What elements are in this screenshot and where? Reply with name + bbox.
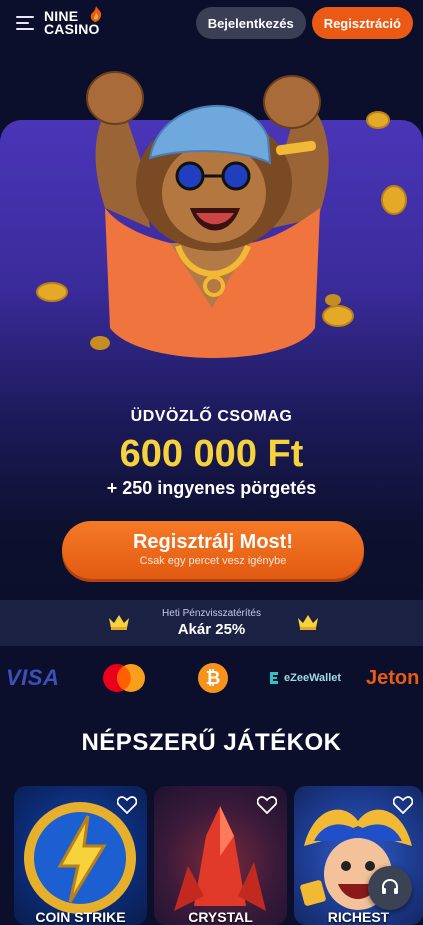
promo-free-spins: + 250 ingyenes pörgetés [106, 478, 317, 498]
ezeewallet-label: eZeeWallet [284, 672, 342, 684]
ezeewallet-logo: eZeeWallet [268, 656, 341, 700]
game-title: CRYSTAL [188, 909, 253, 925]
promo-title: ÜDVÖZLŐ CSOMAG [130, 408, 293, 425]
support-chat-button[interactable] [368, 866, 412, 910]
crown-icon [109, 615, 129, 630]
jeton-logo: Jeton [366, 666, 420, 689]
heart-icon[interactable] [257, 796, 277, 814]
game-title: COIN STRIKE [35, 909, 126, 925]
game-title: RICHEST [327, 909, 390, 925]
welcome-promo: ÜDVÖZLŐ CSOMAG 600 000 Ft + 250 ingyenes… [0, 408, 423, 499]
register-button[interactable]: Regisztráció [311, 7, 413, 39]
weekly-cashback-banner[interactable]: Heti Pénzvisszatérítés Akár 25% [0, 600, 423, 646]
cta-label: Regisztrálj Most! [132, 531, 294, 553]
cashback-caption: Heti Pénzvisszatérítés [162, 608, 261, 619]
lion-mascot-illustration [36, 71, 407, 358]
cta-sublabel: Csak egy percet vesz igénybe [139, 555, 287, 567]
payment-methods-row: VISA ₿ eZeeWallet Jeton [0, 656, 423, 700]
heart-icon[interactable] [117, 796, 137, 814]
login-button[interactable]: Bejelentkezés [195, 7, 306, 39]
headset-icon [382, 878, 398, 894]
cashback-text: Heti Pénzvisszatérítés Akár 25% [162, 607, 261, 639]
logo-line-2: CASINO [44, 21, 100, 37]
casino-logo[interactable]: NINE CASINO [44, 6, 102, 37]
bitcoin-logo: ₿ [198, 656, 228, 700]
crown-icon [298, 615, 318, 630]
lion-flame-icon [90, 6, 102, 22]
register-now-button[interactable]: Regisztrálj Most! Csak egy percet vesz i… [62, 521, 364, 579]
game-card-coin-strike[interactable]: COIN STRIKE [14, 786, 147, 925]
game-card-crystal[interactable]: CRYSTAL [154, 786, 287, 925]
popular-games-title: NÉPSZERŰ JÁTÉKOK [81, 729, 342, 756]
promo-amount: 600 000 Ft [119, 433, 304, 475]
mastercard-logo [100, 656, 148, 700]
cashback-value: Akár 25% [177, 621, 246, 638]
visa-logo: VISA [6, 665, 60, 690]
top-header: NINE CASINO Bejelentkezés Regisztráció [0, 0, 423, 46]
svg-text:₿: ₿ [206, 668, 221, 688]
hamburger-menu-icon[interactable] [16, 16, 34, 30]
heart-icon[interactable] [393, 796, 413, 814]
